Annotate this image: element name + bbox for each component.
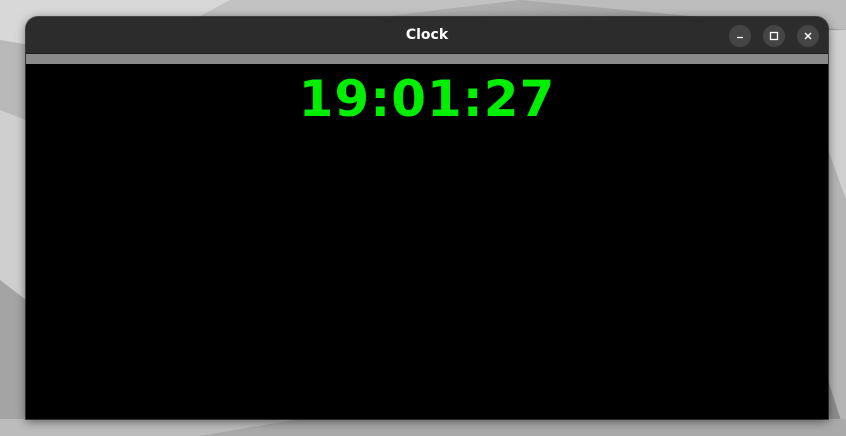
minimize-button[interactable] — [729, 25, 751, 47]
clock-window: Clock 19:01:27 — [26, 17, 828, 419]
close-icon — [803, 31, 813, 41]
clock-display-area: 19:01:27 — [26, 64, 828, 419]
minimize-icon — [735, 31, 745, 41]
window-title: Clock — [405, 27, 449, 43]
maximize-button[interactable] — [763, 25, 785, 47]
maximize-icon — [769, 31, 779, 41]
close-button[interactable] — [797, 25, 819, 47]
menu-bar — [26, 54, 828, 64]
window-titlebar[interactable]: Clock — [26, 17, 828, 54]
clock-time: 19:01:27 — [298, 70, 556, 128]
